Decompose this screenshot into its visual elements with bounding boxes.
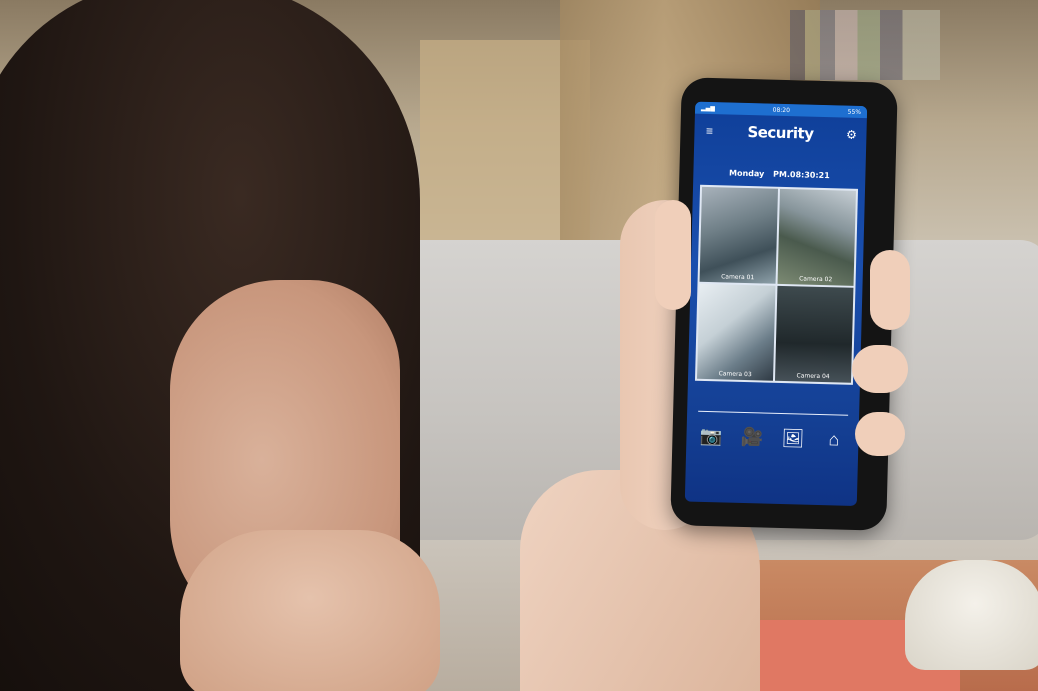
camera-feed-2[interactable]: Camera 02 [777,188,856,286]
left-hand-on-chin [180,530,440,691]
photo-scene: ▂▄▆ 08:20 55% ≡ Security ⚙ Monday PM.08:… [0,0,1038,691]
camera-feed-1[interactable]: Camera 01 [699,186,779,284]
gallery-icon[interactable]: 🖼 [780,428,807,450]
clock-label: PM.08:30:21 [772,169,830,181]
app-title: Security [747,122,814,143]
toolbar-divider [698,410,849,416]
day-label: Monday [728,168,765,179]
camera-label: Camera 04 [796,372,830,381]
camera-label: Camera 01 [721,273,755,282]
camera-snapshot-icon[interactable]: 📷 [698,426,725,448]
smartphone: ▂▄▆ 08:20 55% ≡ Security ⚙ Monday PM.08:… [670,77,898,531]
ring-finger [855,412,905,456]
video-record-icon[interactable]: 🎥 [739,427,766,449]
bottom-toolbar: 📷 🎥 🖼 ⌂ [686,425,858,450]
battery-level: 55% [847,108,862,116]
camera-label: Camera 03 [718,370,752,379]
app-header: ≡ Security ⚙ [694,114,867,146]
thumb [655,200,691,310]
camera-grid: Camera 01 Camera 02 Camera 03 Camera 04 [694,184,859,385]
table-lamp [905,560,1038,670]
date-time-display: Monday PM.08:30:21 [693,168,865,181]
background-books [790,10,940,80]
index-finger [870,250,910,330]
settings-gear-icon[interactable]: ⚙ [844,128,858,142]
camera-label: Camera 02 [799,275,833,284]
status-time: 08:20 [772,106,791,114]
camera-feed-4[interactable]: Camera 04 [774,285,854,383]
home-icon[interactable]: ⌂ [821,429,848,451]
middle-finger [852,345,908,393]
camera-feed-3[interactable]: Camera 03 [697,283,776,381]
phone-screen: ▂▄▆ 08:20 55% ≡ Security ⚙ Monday PM.08:… [684,101,868,506]
signal-icon: ▂▄▆ [701,104,716,112]
menu-icon[interactable]: ≡ [702,124,716,138]
